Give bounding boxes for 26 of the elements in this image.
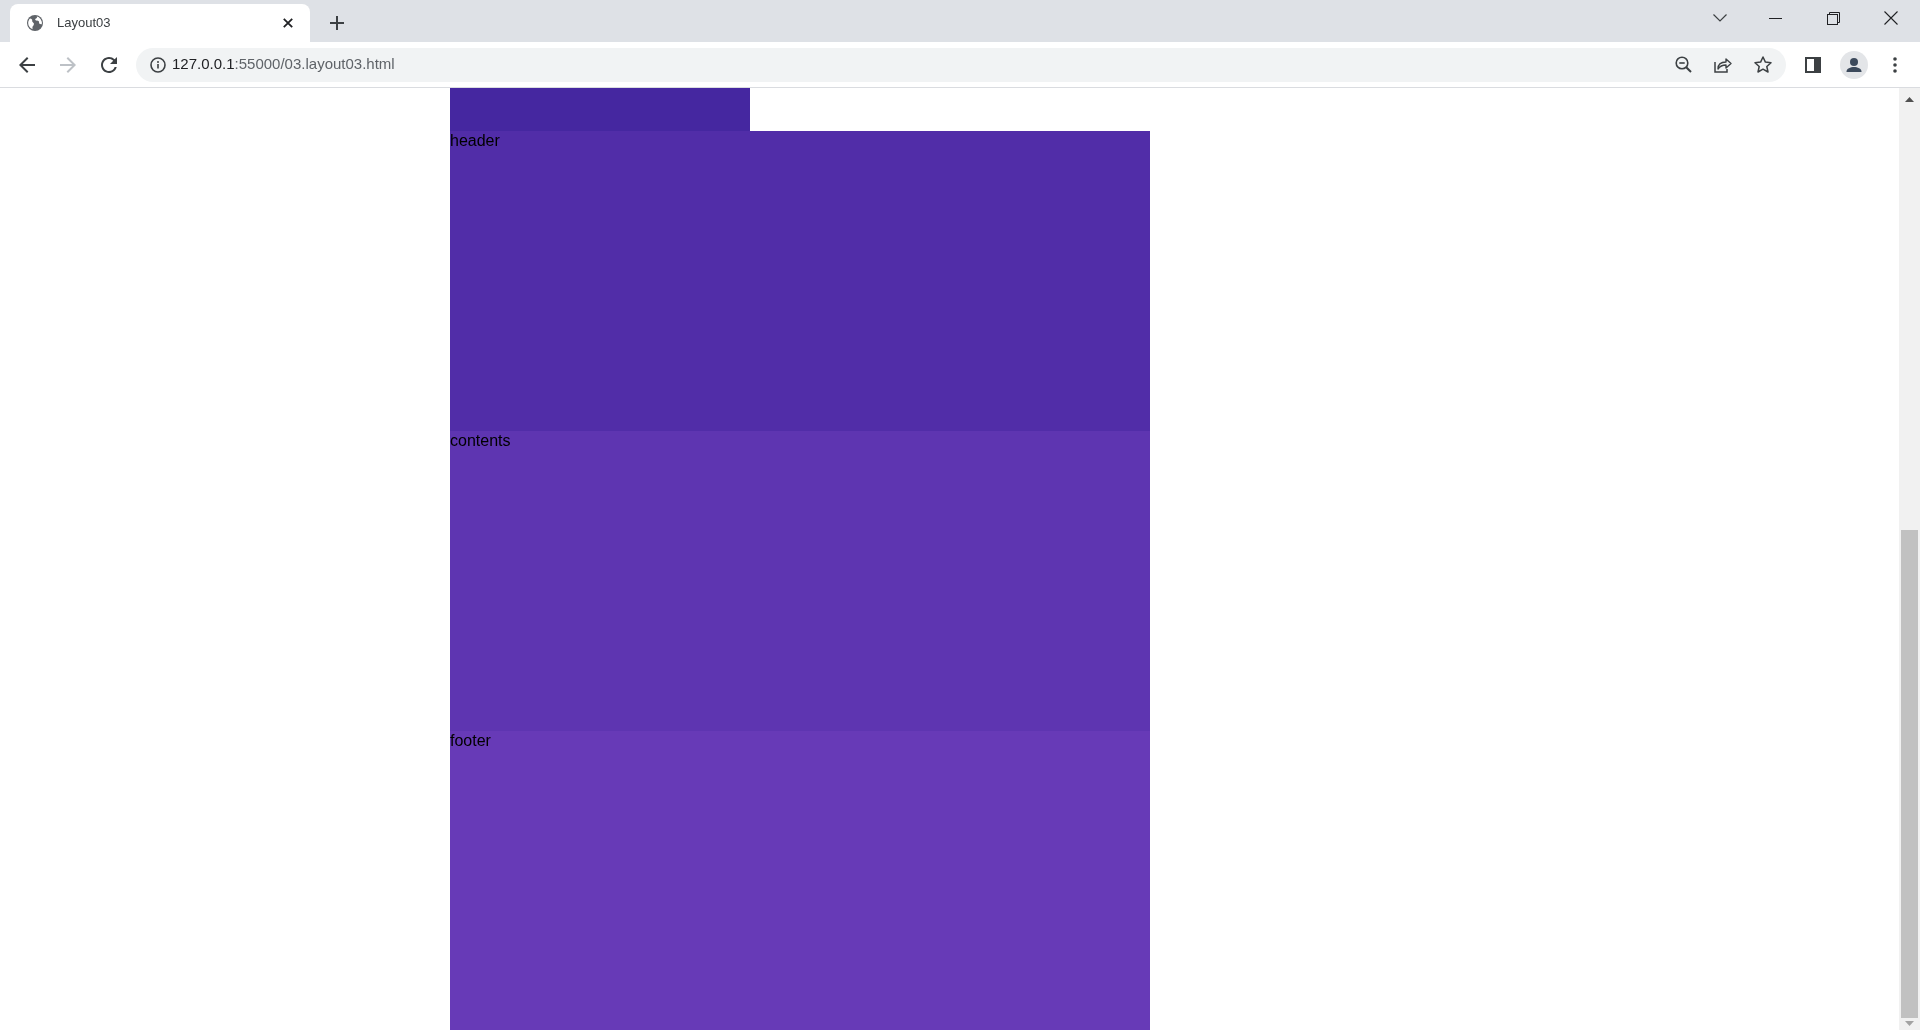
more-options-icon <box>1893 56 1897 73</box>
restore-icon <box>1826 11 1840 25</box>
section-label: contents <box>450 431 511 450</box>
chevron-down-icon <box>1713 14 1727 22</box>
share-icon <box>1714 56 1732 73</box>
forward-arrow-icon <box>60 56 76 73</box>
scrollbar-thumb[interactable] <box>1901 530 1918 1018</box>
close-icon <box>283 18 293 28</box>
address-bar[interactable]: 127.0.0.1:55000/03.layout03.html <box>136 47 1786 82</box>
plus-icon <box>330 16 344 30</box>
zoom-out-icon <box>1674 56 1692 73</box>
avatar-icon <box>1840 50 1868 79</box>
url-text: 127.0.0.1:55000/03.layout03.html <box>172 54 395 75</box>
info-icon[interactable] <box>150 56 166 73</box>
section-label: footer <box>450 731 491 750</box>
side-panel-icon <box>1805 56 1821 73</box>
browser-tab[interactable]: Layout03 <box>10 4 310 42</box>
close-icon <box>1884 11 1898 25</box>
scroll-up-icon[interactable] <box>1905 97 1914 102</box>
globe-icon <box>27 15 43 31</box>
reload-icon <box>101 56 117 73</box>
minimize-icon <box>1769 17 1782 19</box>
section-label: header <box>450 131 500 150</box>
back-arrow-icon <box>19 56 35 73</box>
tab-title: Layout03 <box>57 14 111 33</box>
star-icon <box>1754 56 1772 73</box>
